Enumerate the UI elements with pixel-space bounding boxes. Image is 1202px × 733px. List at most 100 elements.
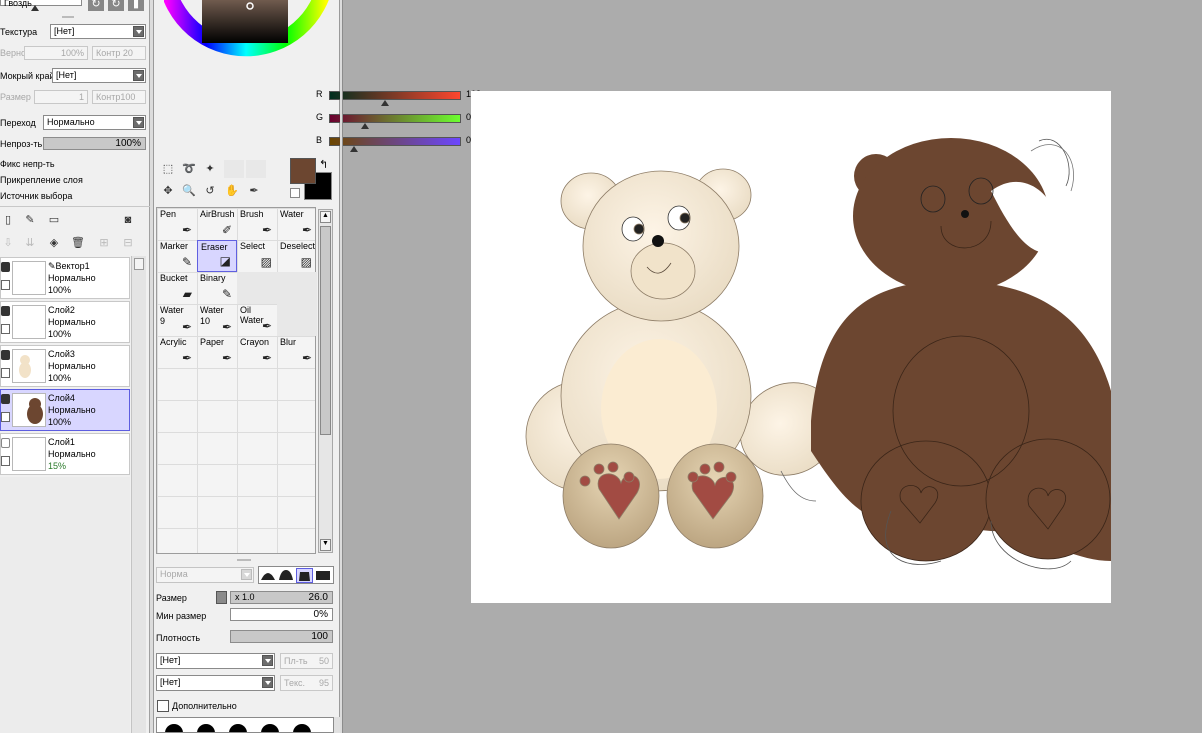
grip — [237, 559, 251, 561]
lasso-icon[interactable]: ➰ — [181, 161, 197, 176]
rotate-icon[interactable]: ↺ — [202, 183, 218, 198]
lock-icon[interactable] — [1, 280, 10, 290]
top-slider-knob[interactable] — [31, 5, 39, 11]
edge-medium-icon[interactable] — [278, 568, 295, 583]
texture-select[interactable]: [Нет] — [50, 24, 146, 39]
tool-marker[interactable]: Marker ✎ — [157, 240, 197, 272]
eye-icon[interactable] — [1, 262, 10, 272]
tool-deselect[interactable]: Deselect ▨ — [277, 240, 317, 272]
lock-icon[interactable] — [1, 456, 10, 466]
new-vector-layer-icon[interactable]: ✎ — [22, 212, 38, 227]
tool-label: Brush — [240, 209, 264, 219]
check-clip-layer[interactable]: Прикрепление слоя — [0, 175, 83, 185]
g-track[interactable] — [329, 114, 461, 123]
clear-button[interactable]: ▮ — [128, 0, 144, 11]
tool-brush[interactable]: Brush ✒ — [237, 208, 277, 240]
check-fix-opacity[interactable]: Фикс непр-ть — [0, 159, 55, 169]
b-track[interactable] — [329, 137, 461, 146]
density-slider[interactable]: 100 — [230, 630, 333, 643]
brush-preset[interactable] — [261, 724, 279, 732]
move-icon[interactable]: ✥ — [160, 183, 176, 198]
tool-water-9[interactable]: Water 9 ✒ — [157, 304, 197, 336]
layer-item[interactable]: Слой2 Нормально 100% — [0, 301, 130, 343]
rect-select-icon[interactable]: ⬚ — [160, 161, 176, 176]
edge-hard-icon[interactable] — [296, 568, 313, 583]
layer-item[interactable]: ✎Вектор1 Нормально 100% — [0, 257, 130, 299]
primary-color-swatch[interactable] — [290, 158, 316, 184]
tool-water[interactable]: Water ✒ — [277, 208, 317, 240]
edge-solid-icon[interactable] — [315, 568, 332, 583]
color-wheel[interactable] — [164, 0, 330, 82]
transfer-down-icon[interactable]: ⇩ — [0, 235, 16, 250]
eye-icon[interactable] — [1, 438, 10, 448]
r-knob[interactable] — [380, 100, 389, 106]
r-track[interactable] — [329, 91, 461, 100]
min-size-slider[interactable]: 0% — [230, 608, 333, 621]
contrast2-value: 100 — [120, 92, 136, 102]
brush-size-slider[interactable]: x 1.0 26.0 — [230, 591, 333, 604]
delete-layer-icon[interactable]: 🗑 — [70, 235, 86, 250]
tool-acrylic[interactable]: Acrylic ✒ — [157, 336, 197, 368]
lock-icon[interactable] — [1, 324, 10, 334]
scroll-up-arrow[interactable] — [134, 258, 144, 270]
brush-preset[interactable] — [197, 724, 215, 732]
drawing-canvas[interactable] — [471, 91, 1111, 603]
brush-lock-icon[interactable] — [1, 412, 10, 422]
tool-crayon[interactable]: Crayon ✒ — [237, 336, 277, 368]
advanced-checkbox[interactable] — [157, 700, 169, 712]
scroll-down-arrow[interactable]: ▼ — [320, 539, 331, 551]
layer-option-icon[interactable]: ⊞ — [96, 235, 112, 250]
tool-blur[interactable]: Blur ✒ — [277, 336, 317, 368]
panel-splitter[interactable] — [340, 0, 343, 733]
tool-scrollbar[interactable]: ▲ ▼ — [318, 209, 333, 553]
mask-icon[interactable]: ◙ — [120, 212, 136, 227]
brush-preset[interactable] — [165, 724, 183, 732]
eyedropper-icon[interactable]: ✒ — [246, 183, 262, 198]
brush-mode-select[interactable]: Норма — [156, 567, 254, 583]
opacity-slider[interactable]: 100% — [43, 137, 146, 150]
hand-icon[interactable]: ✋ — [224, 183, 240, 198]
layer-item[interactable]: Слой1 Нормально 15% — [0, 433, 130, 475]
magic-wand-icon[interactable]: ✦ — [202, 161, 218, 176]
check-selection-source[interactable]: Источник выбора — [0, 191, 72, 201]
new-folder-icon[interactable]: ▭ — [46, 212, 62, 227]
rotate-button[interactable]: ↻ — [108, 0, 124, 11]
b-knob[interactable] — [349, 146, 358, 152]
size-scale-dropdown[interactable] — [216, 591, 227, 604]
redo-button[interactable]: ↻ — [88, 0, 104, 11]
zoom-icon[interactable]: 🔍 — [181, 183, 197, 198]
layer-item[interactable]: Слой3 Нормально 100% — [0, 345, 130, 387]
clear-layer-icon[interactable]: ◈ — [46, 235, 62, 250]
tool-eraser[interactable]: Eraser ◪ — [197, 240, 237, 272]
tool-oil-water[interactable]: Oil Water ✒ — [237, 304, 277, 336]
tool-bucket[interactable]: Bucket ▰ — [157, 272, 197, 304]
brush-shape-select[interactable]: [Нет] — [156, 653, 275, 669]
tool-select[interactable]: Select ▨ — [237, 240, 277, 272]
layer-option2-icon[interactable]: ⊟ — [120, 235, 136, 250]
tool-binary[interactable]: Binary ✎ — [197, 272, 237, 304]
tool-pen[interactable]: Pen ✒ — [157, 208, 197, 240]
lock-icon[interactable] — [1, 368, 10, 378]
scroll-thumb[interactable] — [320, 226, 331, 435]
eye-icon[interactable] — [1, 306, 10, 316]
eye-icon[interactable] — [1, 394, 10, 404]
scroll-up-arrow[interactable]: ▲ — [320, 211, 331, 223]
top-combo[interactable]: Гвоздь — [0, 0, 82, 8]
swap-colors-icon[interactable]: ↰ — [319, 158, 328, 171]
merge-down-icon[interactable]: ⇊ — [22, 235, 38, 250]
edge-soft-icon[interactable] — [260, 568, 277, 583]
blend-select[interactable]: Нормально — [43, 115, 146, 130]
brush-preset[interactable] — [229, 724, 247, 732]
g-knob[interactable] — [361, 123, 370, 129]
brush-texture-select[interactable]: [Нет] — [156, 675, 275, 691]
brush-preset[interactable] — [293, 724, 311, 732]
eye-icon[interactable] — [1, 350, 10, 360]
tool-water-10[interactable]: Water 10 ✒ — [197, 304, 237, 336]
wet-edge-select[interactable]: [Нет] — [52, 68, 146, 83]
reset-colors-icon[interactable] — [290, 188, 300, 198]
new-layer-icon[interactable]: ▯ — [0, 212, 16, 227]
layer-item[interactable]: Слой4 Нормально 100% — [0, 389, 130, 431]
layer-scrollbar[interactable] — [131, 256, 146, 733]
tool-airbrush[interactable]: AirBrush ✐ — [197, 208, 237, 240]
tool-paper[interactable]: Paper ✒ — [197, 336, 237, 368]
